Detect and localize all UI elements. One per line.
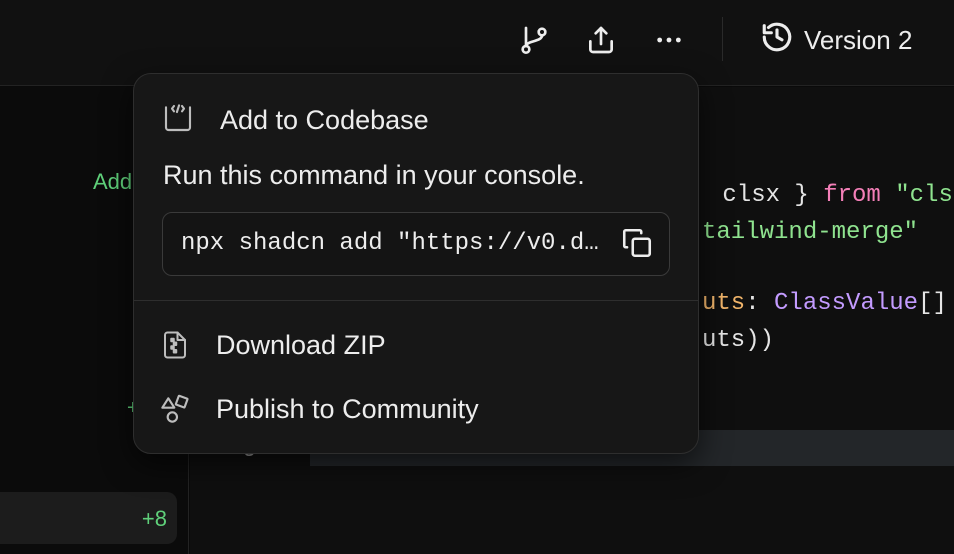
sidebar-file-item[interactable]: +8 — [0, 492, 177, 544]
file-change-count: +8 — [141, 506, 167, 531]
codebase-icon — [162, 102, 194, 139]
code-line-2: tailwind-merge" — [702, 219, 919, 246]
add-to-codebase-popover: Add to Codebase Run this command in your… — [133, 73, 699, 454]
popover-description: Run this command in your console. — [163, 160, 585, 190]
shapes-icon — [158, 392, 192, 426]
publish-community-item[interactable]: Publish to Community — [158, 386, 479, 432]
popover-header: Add to Codebase — [162, 102, 429, 139]
share-upload-icon[interactable] — [581, 20, 621, 60]
history-icon — [760, 20, 794, 61]
file-zip-icon — [158, 328, 192, 362]
popover-title: Add to Codebase — [220, 105, 429, 135]
version-label: Version 2 — [804, 24, 913, 55]
toolbar-divider — [722, 17, 723, 61]
code-line-4: uts)) — [702, 327, 775, 354]
command-text[interactable]: npx shadcn add "https://v0.dev/chat/b/..… — [181, 230, 607, 257]
code-line-3: uts: ClassValue[] — [702, 290, 947, 317]
publish-community-label: Publish to Community — [216, 393, 479, 424]
download-zip-label: Download ZIP — [216, 329, 386, 360]
version-button[interactable]: Version 2 — [760, 18, 912, 62]
more-horizontal-icon[interactable] — [649, 20, 689, 60]
copy-command-button[interactable] — [619, 227, 655, 263]
command-field[interactable]: npx shadcn add "https://v0.dev/chat/b/..… — [162, 212, 670, 276]
copy-icon — [620, 226, 654, 265]
popover-divider — [134, 300, 698, 301]
download-zip-item[interactable]: Download ZIP — [158, 322, 386, 368]
sidebar-add-text: Add — [93, 169, 133, 194]
code-line-1: clsx } from "cls — [708, 182, 953, 209]
git-branch-icon[interactable] — [514, 20, 554, 60]
